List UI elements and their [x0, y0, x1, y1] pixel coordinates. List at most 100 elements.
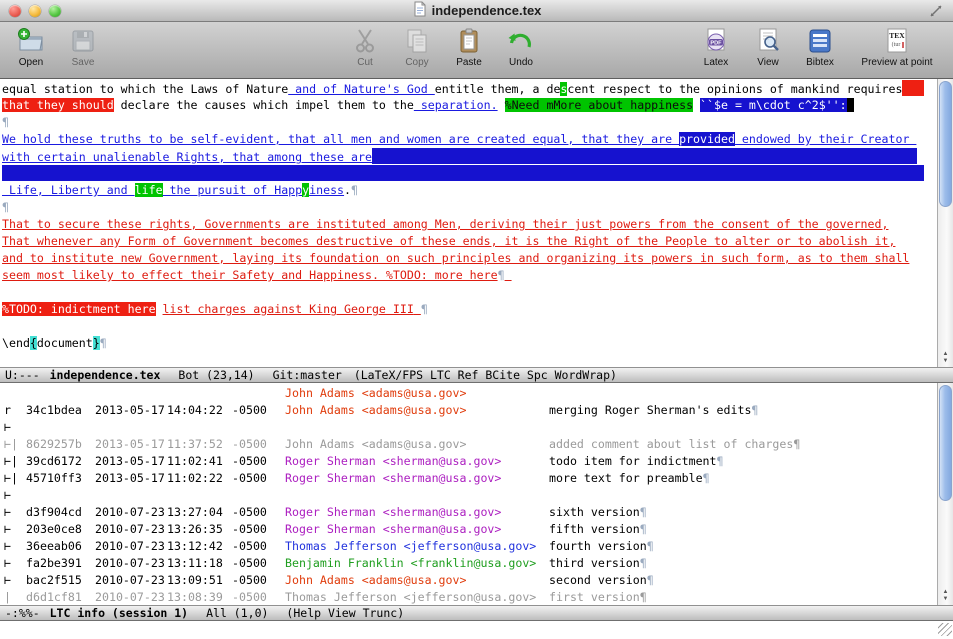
commit-row[interactable]: ⊢: [0, 487, 937, 504]
ltc-scrollbar-arrows[interactable]: ▲ ▼: [938, 589, 953, 603]
commit-date: 2013-05-17: [95, 437, 165, 451]
undo-button-label: Undo: [509, 57, 533, 68]
echo-area[interactable]: [0, 621, 953, 638]
commit-time: 11:02:22: [167, 471, 223, 485]
editor-pane[interactable]: equal station to which the Laws of Natur…: [0, 79, 953, 367]
copy-pages-icon: [402, 25, 432, 57]
commit-tz: -0500: [232, 522, 267, 536]
commit-row[interactable]: ⊢ 203e0ce8 2010-07-23 13:26:35 -0500 Roger Sh…: [0, 521, 937, 538]
commit-hash: 8629257b: [26, 437, 82, 451]
traffic-lights: [9, 5, 61, 17]
text-segment: ``$e = m\cdot c^2$'':: [700, 98, 847, 112]
editor-scrollbar-thumb[interactable]: [939, 81, 952, 207]
bibtex-button-label: Bibtex: [806, 57, 834, 68]
text-segment: with certain unalienable Rights, that am…: [2, 150, 372, 164]
commit-pilcrow: ¶: [639, 556, 647, 570]
copy-button[interactable]: Copy: [394, 25, 440, 68]
text-segment: ¶: [99, 336, 107, 350]
commit-hash: bac2f515: [26, 573, 82, 587]
change-block: [2, 165, 924, 181]
commit-marker: [0, 385, 26, 402]
text-segment: [505, 268, 512, 282]
commit-msg: second version: [549, 573, 647, 587]
window-title: independence.tex: [412, 1, 541, 20]
editor-line: %TODO: indictment here list charges agai…: [2, 301, 937, 318]
commit-author: John Adams <adams@usa.gov>: [285, 573, 467, 587]
bibtex-button[interactable]: Bibtex: [797, 25, 843, 68]
commit-hash: [26, 487, 95, 504]
document-icon: [412, 1, 427, 20]
modeline-buffer-name: independence.tex: [49, 368, 161, 382]
commit-pilcrow: ¶: [639, 505, 647, 519]
text-segment: [414, 302, 421, 316]
commit-marker: ⊢: [4, 556, 11, 570]
modeline-ltc-buffer-name: LTC info (session 1): [49, 606, 189, 620]
commit-hash: 36eeab06: [26, 539, 82, 553]
preview-at-point-button[interactable]: TEX (tur Preview at point: [849, 25, 945, 68]
commit-row[interactable]: ⊢ bac2f515 2010-07-23 13:09:51 -0500 John Ada…: [0, 572, 937, 589]
commit-date: 2013-05-17: [95, 454, 165, 468]
commit-msg: more text for preamble: [549, 471, 703, 485]
commit-row[interactable]: ⊢ d3f904cd 2010-07-23 13:27:04 -0500 Roger Sh…: [0, 504, 937, 521]
commit-tz: -0500: [232, 403, 267, 417]
window-resize-widget[interactable]: [929, 4, 943, 23]
commit-time: 11:37:52: [167, 437, 223, 451]
modeline-minor-modes: (LaTeX/FPS LTC Ref BCite Spc WordWrap): [353, 368, 617, 382]
commit-time: 13:11:18: [167, 556, 223, 570]
ltc-info-pane[interactable]: John Adams <adams@usa.gov> r 34c1bdea 2013-…: [0, 383, 953, 605]
editor-scrollbar[interactable]: ▲ ▼: [937, 79, 953, 367]
commit-pilcrow: ¶: [646, 539, 654, 553]
text-segment: [846, 98, 854, 112]
cut-button[interactable]: Cut: [342, 25, 388, 68]
commit-marker: ⊢: [4, 420, 11, 434]
commit-row[interactable]: John Adams <adams@usa.gov>: [0, 385, 937, 402]
commit-pilcrow: ¶: [793, 437, 801, 451]
undo-button[interactable]: Undo: [498, 25, 544, 68]
commit-row[interactable]: | d6d1cf81 2010-07-23 13:08:39 -0500 Thomas J…: [0, 589, 937, 605]
commit-marker: ⊢: [4, 573, 11, 587]
save-button[interactable]: Save: [60, 25, 106, 68]
commit-marker: ⊢: [4, 522, 11, 536]
commit-time: [167, 419, 232, 436]
editor-scrollbar-arrows[interactable]: ▲ ▼: [938, 351, 953, 365]
editor-line: and to institute new Government, laying …: [2, 250, 937, 267]
commit-date: 2010-07-23: [95, 590, 165, 604]
commit-author: Roger Sherman <sherman@usa.gov>: [285, 522, 502, 536]
commit-row[interactable]: ⊢ 36eeab06 2010-07-23 13:12:42 -0500 Thomas J…: [0, 538, 937, 555]
text-segment: {: [29, 336, 37, 350]
text-segment: list charges against King George III: [162, 302, 414, 316]
commit-row[interactable]: ⊢ fa2be391 2010-07-23 13:11:18 -0500 Benjamin…: [0, 555, 937, 572]
commit-author: [285, 487, 549, 504]
commit-pilcrow: ¶: [646, 573, 654, 587]
view-button[interactable]: View: [745, 25, 791, 68]
ltc-scrollbar[interactable]: ▲ ▼: [937, 383, 953, 605]
text-segment: and of Nature's God: [288, 82, 435, 96]
text-segment: document: [36, 336, 93, 350]
commit-row[interactable]: r 34c1bdea 2013-05-17 14:04:22 -0500 John Ada…: [0, 402, 937, 419]
zoom-button[interactable]: [49, 5, 61, 17]
text-segment: entitle them, a de: [434, 82, 561, 96]
title-bar[interactable]: independence.tex: [0, 0, 953, 22]
commit-row[interactable]: ⊢| 39cd6172 2013-05-17 11:02:41 -0500 Roger S…: [0, 453, 937, 470]
text-segment: endowed by their Creator: [734, 132, 917, 146]
modeline-ltc-minor-modes: (Help View Trunc): [286, 606, 405, 620]
commit-date: 2010-07-23: [95, 573, 165, 587]
commit-row[interactable]: ⊢| 45710ff3 2013-05-17 11:02:22 -0500 Roger S…: [0, 470, 937, 487]
minimize-button[interactable]: [29, 5, 41, 17]
ltc-scrollbar-thumb[interactable]: [939, 385, 952, 501]
commit-author: [285, 419, 549, 436]
commit-author: Roger Sherman <sherman@usa.gov>: [285, 505, 502, 519]
modeline-editor: U:--- independence.tex Bot (23,14) Git:m…: [0, 367, 953, 383]
resize-grip-icon[interactable]: [938, 623, 952, 636]
open-button[interactable]: Open: [8, 25, 54, 68]
close-button[interactable]: [9, 5, 21, 17]
paste-button[interactable]: Paste: [446, 25, 492, 68]
commit-row[interactable]: ⊢| 8629257b 2013-05-17 11:37:52 -0500 John Ad…: [0, 436, 937, 453]
commit-hash: d3f904cd: [26, 505, 82, 519]
commit-row[interactable]: ⊢: [0, 419, 937, 436]
latex-button[interactable]: PDF Latex: [693, 25, 739, 68]
magnifier-icon: [753, 25, 783, 57]
editor-line: that they should declare the causes whic…: [2, 97, 937, 114]
commit-tz: -0500: [232, 505, 267, 519]
commit-tz: -0500: [232, 437, 267, 451]
